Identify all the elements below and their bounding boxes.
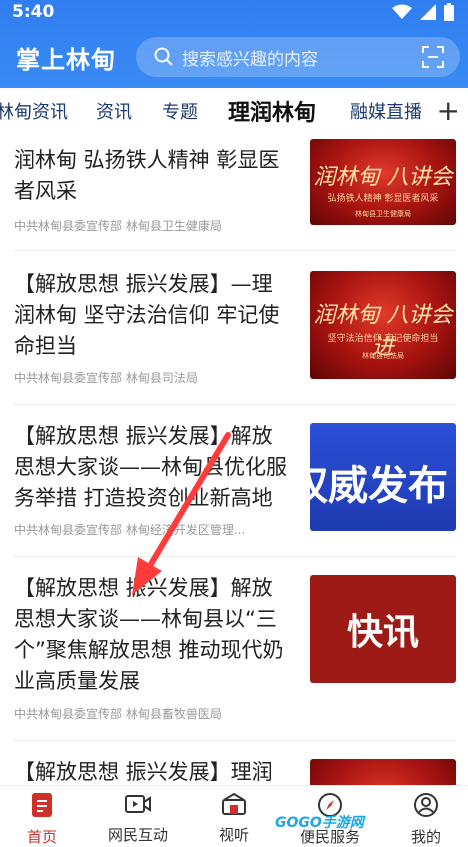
channel-tabs: 林甸资讯 资讯 专题 理润林甸 融媒直播 +: [0, 88, 468, 136]
nav-interaction[interactable]: 网民互动: [98, 792, 178, 845]
search-placeholder: 搜索感兴趣的内容: [182, 49, 318, 70]
signal-icon: [420, 4, 436, 20]
battery-icon: [444, 3, 454, 21]
nav-media[interactable]: 视听: [194, 792, 274, 845]
tab-topics[interactable]: 专题: [162, 98, 198, 124]
status-time: 5:40: [12, 2, 55, 22]
nav-label: 我的: [410, 828, 441, 846]
user-icon: [414, 793, 438, 817]
article-list: 润林甸 弘扬铁人精神 彰显医者风采 中共林甸县委宣传部 林甸县卫生健康局 润林甸…: [0, 137, 468, 785]
scan-icon[interactable]: [422, 46, 444, 68]
wifi-icon: [392, 4, 412, 19]
nav-label: 网民互动: [107, 826, 168, 844]
search-icon: [154, 47, 173, 66]
tab-live[interactable]: 融媒直播: [350, 98, 422, 124]
video-icon: [125, 795, 151, 813]
home-icon: [32, 793, 52, 817]
search-bar[interactable]: 搜索感兴趣的内容: [136, 37, 460, 77]
nav-label: 视听: [218, 826, 249, 844]
tab-lindian-news[interactable]: 林甸资讯: [0, 98, 68, 124]
tab-news[interactable]: 资讯: [96, 98, 132, 124]
add-channel-icon[interactable]: +: [437, 94, 460, 127]
status-icons: [392, 3, 454, 21]
tab-lirun-lindian[interactable]: 理润林甸: [228, 95, 316, 127]
nav-profile[interactable]: 我的: [386, 792, 466, 847]
nav-label: 首页: [26, 828, 57, 846]
tv-icon: [222, 792, 246, 815]
watermark-logo: GOGO手游网: [275, 815, 364, 831]
nav-home[interactable]: 首页: [2, 792, 82, 847]
app-title: 掌上林甸: [16, 46, 116, 74]
pointer-arrow: [132, 432, 231, 595]
status-bar: 5:40: [0, 0, 468, 26]
bottom-nav: 首页 网民互动 视听 便民服务 我的: [0, 785, 468, 846]
